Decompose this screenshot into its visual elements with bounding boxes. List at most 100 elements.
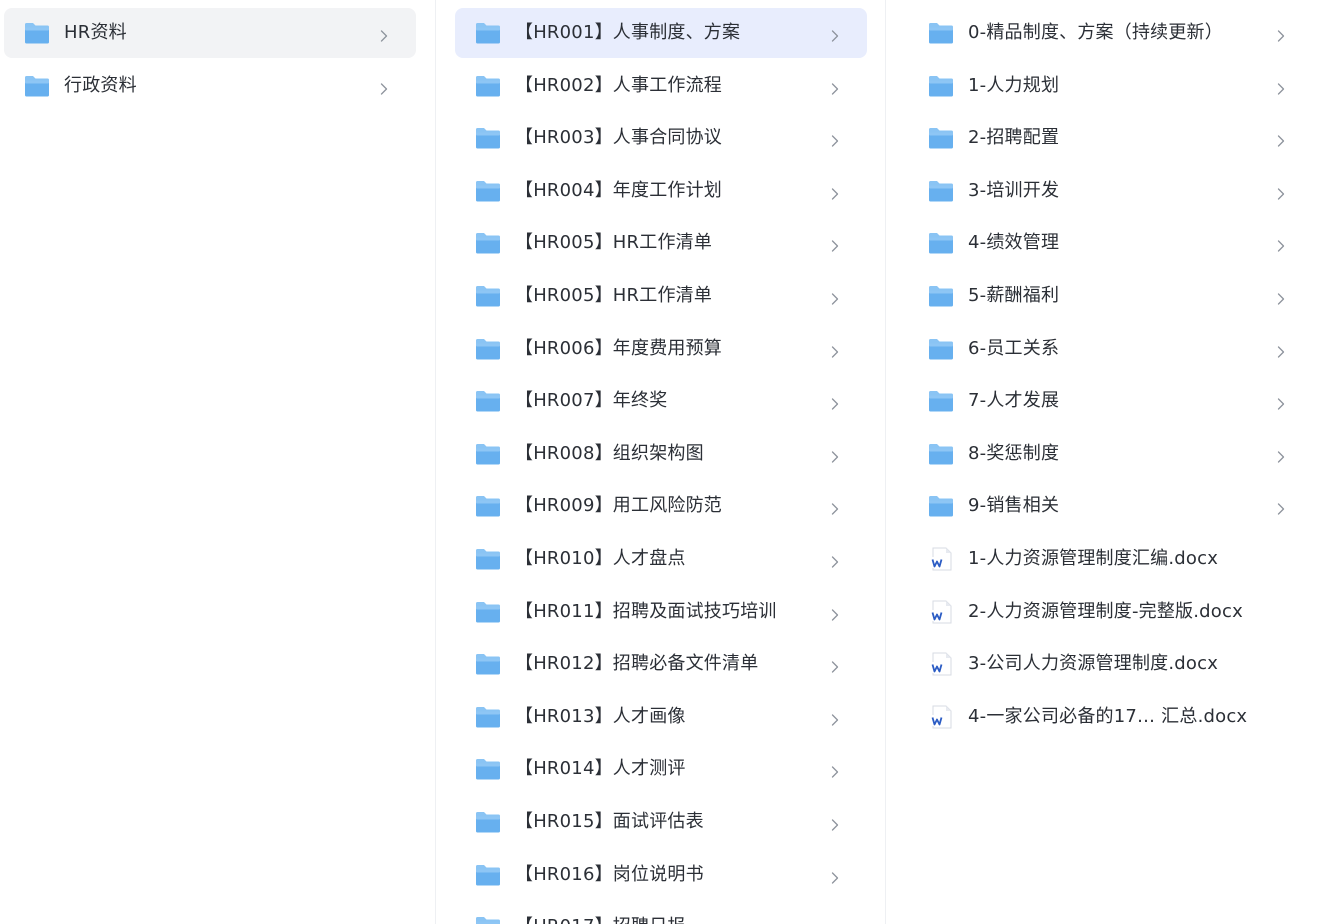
chevron-right-icon (831, 658, 839, 673)
folder-icon (475, 494, 501, 518)
folder-row[interactable]: 【HR012】招聘必备文件清单 (455, 639, 867, 689)
folder-row[interactable]: 2-招聘配置 (908, 113, 1313, 163)
folder-icon (928, 126, 954, 150)
folder-name: 【HR017】招聘日报 (515, 902, 686, 924)
chevron-right-icon (831, 711, 839, 726)
chevron-right-icon (1277, 500, 1285, 516)
word-document-icon (928, 547, 954, 571)
chevron-right-icon (831, 763, 839, 779)
folder-name: 【HR011】招聘及面试技巧培训 (515, 600, 777, 622)
folder-row[interactable]: 0-精品制度、方案（持续更新） (908, 8, 1313, 58)
folder-row[interactable]: 【HR004】年度工作计划 (455, 166, 867, 216)
folder-icon (475, 547, 501, 571)
word-document-icon (928, 652, 954, 676)
folder-row[interactable]: 8-奖惩制度 (908, 429, 1313, 479)
folder-name: 【HR015】面试评估表 (515, 811, 704, 832)
folder-name: 8-奖惩制度 (968, 442, 1060, 464)
file-row[interactable]: 2-人力资源管理制度-完整版.docx (908, 587, 1313, 637)
folder-icon (475, 179, 501, 203)
folder-name: 2-招聘配置 (968, 127, 1060, 149)
folder-row[interactable]: 【HR016】岗位说明书 (455, 850, 867, 900)
folder-icon (475, 21, 501, 45)
folder-row[interactable]: 【HR003】人事合同协议 (455, 113, 867, 163)
folder-name: 【HR016】岗位说明书 (515, 863, 704, 885)
folder-row[interactable]: 【HR007】年终奖 (455, 376, 867, 426)
folder-row[interactable]: 【HR002】人事工作流程 (455, 61, 867, 111)
folder-icon (475, 337, 501, 361)
chevron-right-icon (831, 869, 839, 884)
folder-row[interactable]: 【HR009】用工风险防范 (455, 481, 867, 531)
folder-icon (928, 337, 954, 361)
folder-icon (475, 863, 501, 887)
file-name: 1-人力资源管理制度汇编.docx (968, 548, 1219, 569)
folder-row[interactable]: 【HR014】人才测评 (455, 744, 867, 794)
column-file-browser: HR资料 行政资料 【HR001】人事制度、方案 【HR002】人事工作流程 【HR0… (0, 0, 1322, 924)
chevron-right-icon (1277, 448, 1285, 463)
file-row[interactable]: 3-公司人力资源管理制度.docx (908, 639, 1313, 689)
folder-icon (475, 389, 501, 413)
folder-icon (24, 21, 50, 45)
chevron-right-icon (831, 395, 839, 410)
folder-row[interactable]: 【HR001】人事制度、方案 (455, 8, 867, 58)
folder-name: 行政资料 (64, 74, 137, 96)
chevron-right-icon (380, 80, 388, 95)
chevron-right-icon (831, 500, 839, 516)
folder-row[interactable]: 【HR011】招聘及面试技巧培训 (455, 587, 867, 637)
chevron-right-icon (831, 606, 839, 621)
folder-icon (475, 74, 501, 98)
folder-name: 【HR002】人事工作流程 (515, 74, 722, 96)
chevron-right-icon (1277, 132, 1285, 147)
chevron-right-icon (831, 553, 839, 568)
folder-row[interactable]: 【HR013】人才画像 (455, 692, 867, 742)
folder-icon (928, 74, 954, 98)
file-name: 4-一家公司必备的17… 汇总.docx (968, 705, 1248, 727)
chevron-right-icon (380, 27, 388, 42)
folder-row[interactable]: 1-人力规划 (908, 61, 1313, 111)
folder-row[interactable]: 【HR005】HR工作清单 (455, 218, 867, 268)
folder-row[interactable]: 【HR015】面试评估表 (455, 797, 867, 847)
chevron-right-icon (831, 237, 839, 253)
folder-row[interactable]: 9-销售相关 (908, 481, 1313, 531)
chevron-right-icon (831, 448, 839, 463)
folder-icon (928, 21, 954, 45)
folder-row[interactable]: 3-培训开发 (908, 166, 1313, 216)
folder-name: 【HR008】组织架构图 (515, 442, 704, 464)
folder-icon (475, 705, 501, 729)
chevron-right-icon (831, 816, 839, 831)
folder-name: 【HR014】人才测评 (515, 758, 686, 780)
folder-icon (475, 652, 501, 676)
folder-row[interactable]: 7-人才发展 (908, 376, 1313, 426)
folder-row[interactable]: 【HR010】人才盘点 (455, 534, 867, 584)
folder-name: 【HR009】用工风险防范 (515, 495, 722, 517)
folder-row[interactable]: HR资料 (4, 8, 416, 58)
folder-row[interactable]: 行政资料 (4, 61, 416, 111)
folder-name: 4-绩效管理 (968, 232, 1060, 254)
folder-row[interactable]: 5-薪酬福利 (908, 271, 1313, 321)
word-document-icon (928, 705, 954, 729)
chevron-right-icon (1277, 343, 1285, 358)
chevron-right-icon (1277, 395, 1285, 410)
folder-icon (475, 284, 501, 308)
folder-icon (475, 810, 501, 834)
folder-row[interactable]: 6-员工关系 (908, 324, 1313, 374)
file-row[interactable]: 4-一家公司必备的17… 汇总.docx (908, 692, 1313, 742)
folder-name: 3-培训开发 (968, 179, 1060, 201)
folder-row[interactable]: 【HR017】招聘日报 (455, 902, 867, 924)
file-row[interactable]: 1-人力资源管理制度汇编.docx (908, 534, 1313, 584)
folder-row[interactable]: 【HR006】年度费用预算 (455, 324, 867, 374)
folder-name: 7-人才发展 (968, 390, 1060, 412)
folder-row[interactable]: 【HR008】组织架构图 (455, 429, 867, 479)
folder-row[interactable]: 【HR005】HR工作清单 (455, 271, 867, 321)
folder-row[interactable]: 4-绩效管理 (908, 218, 1313, 268)
folder-icon (928, 389, 954, 413)
chevron-right-icon (1277, 237, 1285, 253)
folder-name: 【HR006】年度费用预算 (515, 337, 722, 359)
folder-name: 1-人力规划 (968, 74, 1060, 96)
column-hr-materials: 【HR001】人事制度、方案【HR002】人事工作流程 【HR003】人事合同协议… (435, 0, 885, 924)
column-root: HR资料行政资料 (0, 0, 434, 924)
chevron-right-icon (1277, 185, 1285, 200)
folder-name: 【HR012】招聘必备文件清单 (515, 653, 759, 675)
folder-name: 【HR003】人事合同协议 (515, 127, 722, 149)
chevron-right-icon (1277, 80, 1285, 95)
chevron-right-icon (831, 80, 839, 95)
